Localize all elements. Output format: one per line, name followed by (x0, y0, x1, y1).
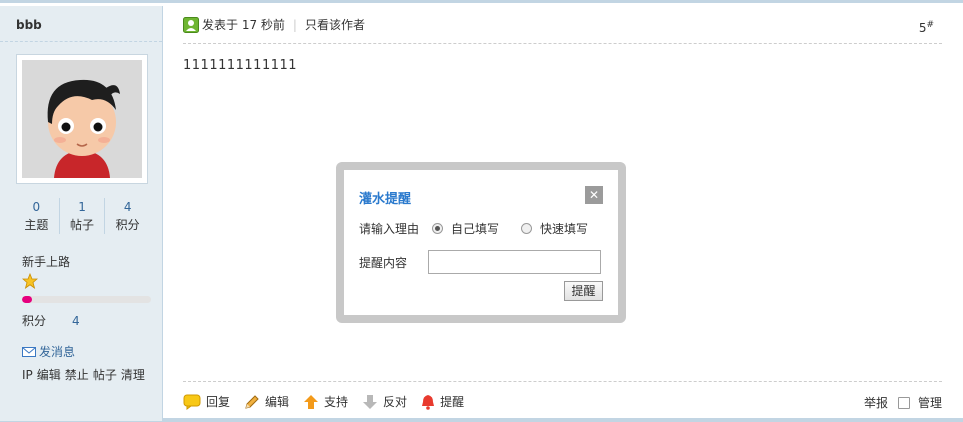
header-divider: | (292, 17, 297, 32)
admin-posts-link[interactable]: 帖子 (93, 368, 117, 382)
edit-label: 编辑 (265, 395, 290, 409)
admin-edit-link[interactable]: 编辑 (37, 368, 61, 382)
reason-row: 请输入理由 自己填写 快速填写 (359, 220, 588, 237)
reply-label: 回复 (206, 395, 231, 409)
manage-label: 管理 (917, 396, 942, 410)
footer-right: 举报 管理 (864, 394, 942, 411)
stat-threads-count: 0 (32, 200, 41, 214)
reason-label: 请输入理由 (359, 222, 420, 236)
floor-number[interactable]: 5# (919, 20, 934, 35)
username[interactable]: bbb (16, 18, 42, 32)
author-stats: 0 主题 1 帖子 4 积分 (14, 198, 150, 234)
post-header: 发表于 17 秒前 | 只看该作者 5# (183, 6, 942, 44)
post-container: bbb 0 主题 1 帖子 4 积分 新手上路 积分 4 发消息 IP 编辑 禁… (0, 0, 963, 422)
arrow-down-icon (363, 394, 378, 409)
admin-clean-link[interactable]: 清理 (121, 368, 145, 382)
post-actions: 回复 编辑 支持 反对 提醒 举报 管理 (183, 381, 942, 421)
remind-label: 提醒 (440, 395, 465, 409)
avatar[interactable] (16, 54, 148, 184)
mail-icon (22, 346, 36, 357)
stat-points[interactable]: 4 积分 (104, 198, 150, 234)
flood-reminder-dialog: 灌水提醒 ✕ 请输入理由 自己填写 快速填写 提醒内容 提醒 (336, 162, 626, 323)
support-label: 支持 (324, 395, 349, 409)
edit-button[interactable]: 编辑 (244, 393, 289, 410)
radio-quick[interactable] (521, 223, 533, 234)
content-label: 提醒内容 (359, 255, 408, 270)
stat-posts-label: 帖子 (70, 218, 95, 232)
online-user-icon (183, 16, 199, 33)
reply-icon (183, 394, 201, 410)
stat-posts[interactable]: 1 帖子 (58, 198, 105, 234)
arrow-up-icon (304, 394, 319, 409)
report-link[interactable]: 举报 (864, 394, 888, 411)
send-message-label: 发消息 (39, 345, 76, 359)
star-icon (22, 273, 38, 289)
support-button[interactable]: 支持 (303, 393, 348, 410)
radio-custom[interactable] (432, 223, 444, 234)
oppose-button[interactable]: 反对 (362, 393, 407, 410)
admin-links: IP 编辑 禁止 帖子 清理 (22, 366, 149, 383)
author-sidebar: bbb 0 主题 1 帖子 4 积分 新手上路 积分 4 发消息 IP 编辑 禁… (0, 6, 163, 421)
radio-quick-label[interactable]: 快速填写 (540, 220, 588, 237)
remind-submit-button[interactable]: 提醒 (564, 281, 603, 301)
points-row: 积分 4 (22, 312, 80, 329)
oppose-label: 反对 (383, 395, 408, 409)
stat-points-label: 积分 (115, 218, 140, 232)
admin-ip-link[interactable]: IP (22, 368, 33, 382)
stat-posts-count: 1 (78, 200, 86, 214)
rank-progress-fill (22, 296, 33, 303)
user-rank: 新手上路 (22, 255, 71, 269)
stat-points-count: 4 (123, 200, 132, 214)
post-content: 1111111111111 (183, 58, 298, 73)
author-name-row: bbb (0, 6, 162, 42)
dialog-title: 灌水提醒 (359, 192, 412, 207)
bell-icon (422, 394, 435, 410)
avatar-image (22, 60, 142, 178)
rank-progress-bar (22, 296, 151, 303)
post-time: 发表于 17 秒前 (202, 18, 285, 32)
stat-threads-label: 主题 (24, 218, 49, 232)
radio-custom-label[interactable]: 自己填写 (451, 220, 499, 237)
reply-button[interactable]: 回复 (183, 393, 230, 410)
admin-ban-link[interactable]: 禁止 (65, 368, 89, 382)
stat-threads[interactable]: 0 主题 (14, 198, 59, 234)
points-value: 4 (72, 314, 80, 328)
dialog-body: 灌水提醒 ✕ 请输入理由 自己填写 快速填写 提醒内容 提醒 (344, 170, 618, 315)
remind-button[interactable]: 提醒 (421, 393, 464, 410)
content-row: 提醒内容 (359, 250, 602, 274)
pencil-icon (245, 394, 259, 409)
remind-content-input[interactable] (428, 250, 602, 274)
only-author-link[interactable]: 只看该作者 (305, 16, 365, 33)
manage-checkbox[interactable] (897, 396, 910, 409)
close-icon[interactable]: ✕ (585, 186, 603, 204)
points-label: 积分 (22, 314, 47, 328)
floor-suffix: # (926, 20, 934, 30)
send-message-link[interactable]: 发消息 (22, 343, 75, 360)
